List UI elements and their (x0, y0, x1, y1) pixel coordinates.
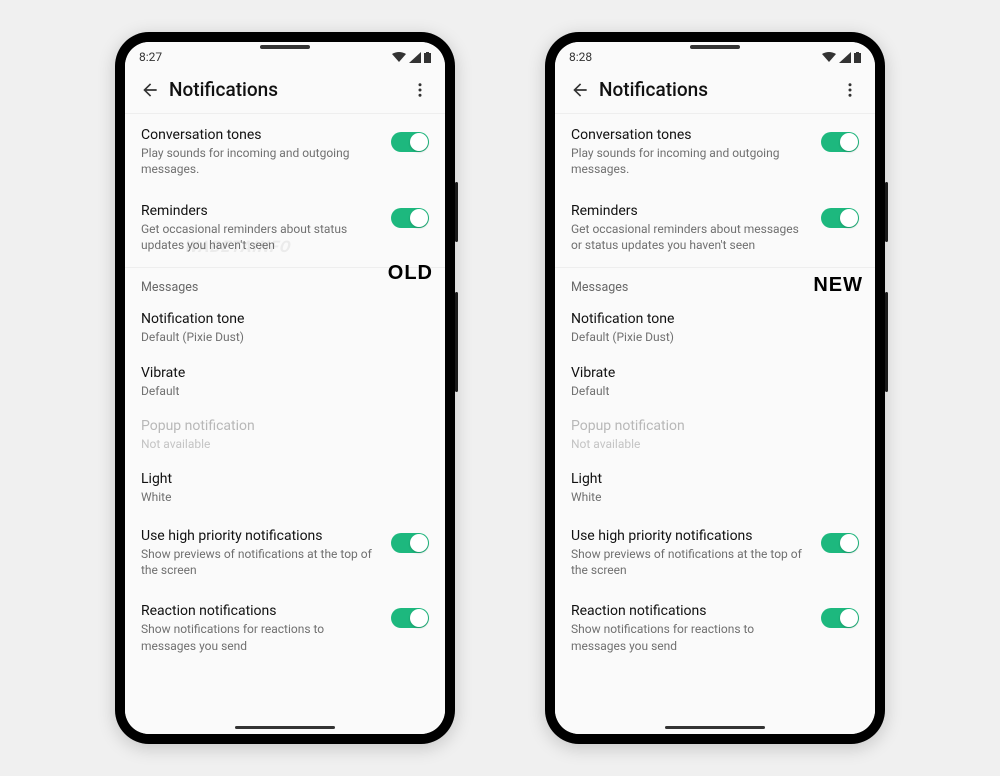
page-title: Notifications (599, 78, 831, 101)
conversation-tones-toggle[interactable] (391, 132, 429, 152)
high-priority-sub: Show previews of notifications at the to… (571, 546, 811, 578)
reminders-sub: Get occasional reminders about status up… (141, 221, 381, 253)
high-priority-row[interactable]: Use high priority notifications Show pre… (555, 515, 875, 591)
light-sub: White (141, 489, 419, 505)
more-vertical-icon (411, 81, 429, 99)
wifi-icon (392, 52, 406, 63)
signal-icon (409, 52, 421, 63)
notification-tone-sub: Default (Pixie Dust) (571, 329, 849, 345)
reaction-toggle[interactable] (821, 608, 859, 628)
back-button[interactable] (131, 80, 169, 100)
notification-tone-row[interactable]: Notification tone Default (Pixie Dust) (125, 301, 445, 354)
reaction-toggle[interactable] (391, 608, 429, 628)
light-row[interactable]: Light White (555, 461, 875, 514)
home-indicator[interactable] (665, 726, 765, 729)
reaction-notifications-row[interactable]: Reaction notifications Show notification… (555, 590, 875, 666)
settings-list[interactable]: Conversation tones Play sounds for incom… (555, 114, 875, 734)
battery-icon (424, 52, 431, 63)
reaction-sub: Show notifications for reactions to mess… (141, 621, 381, 653)
light-title: Light (571, 470, 849, 488)
screen-old: 8:27 Notifications Conversation tones Pl… (125, 42, 445, 734)
old-badge: OLD (388, 262, 433, 285)
screen-new: 8:28 Notifications Conversation tones Pl… (555, 42, 875, 734)
popup-notification-row: Popup notification Not available (555, 408, 875, 461)
settings-list[interactable]: Conversation tones Play sounds for incom… (125, 114, 445, 734)
phone-speaker (690, 45, 740, 49)
status-icons (392, 52, 431, 63)
appbar: Notifications (555, 68, 875, 114)
high-priority-toggle[interactable] (821, 533, 859, 553)
notification-tone-title: Notification tone (141, 310, 419, 328)
conversation-tones-row[interactable]: Conversation tones Play sounds for incom… (555, 114, 875, 190)
light-sub: White (571, 489, 849, 505)
notification-tone-title: Notification tone (571, 310, 849, 328)
notification-tone-sub: Default (Pixie Dust) (141, 329, 419, 345)
reaction-title: Reaction notifications (141, 602, 381, 620)
status-time: 8:27 (139, 50, 162, 64)
high-priority-row[interactable]: Use high priority notifications Show pre… (125, 515, 445, 591)
reminders-toggle[interactable] (391, 208, 429, 228)
high-priority-title: Use high priority notifications (571, 527, 811, 545)
reminders-sub: Get occasional reminders about messages … (571, 221, 811, 253)
vibrate-row[interactable]: Vibrate Default (555, 355, 875, 408)
reminders-row[interactable]: Reminders Get occasional reminders about… (125, 190, 445, 266)
conversation-tones-toggle[interactable] (821, 132, 859, 152)
reminders-toggle[interactable] (821, 208, 859, 228)
reminders-title: Reminders (141, 202, 381, 220)
page-title: Notifications (169, 78, 401, 101)
reaction-title: Reaction notifications (571, 602, 811, 620)
arrow-left-icon (140, 80, 160, 100)
popup-sub: Not available (571, 436, 849, 452)
reaction-sub: Show notifications for reactions to mess… (571, 621, 811, 653)
home-indicator[interactable] (235, 726, 335, 729)
signal-icon (839, 52, 851, 63)
popup-sub: Not available (141, 436, 419, 452)
wifi-icon (822, 52, 836, 63)
conversation-tones-title: Conversation tones (141, 126, 381, 144)
high-priority-sub: Show previews of notifications at the to… (141, 546, 381, 578)
battery-icon (854, 52, 861, 63)
phone-speaker (260, 45, 310, 49)
light-title: Light (141, 470, 419, 488)
popup-notification-row: Popup notification Not available (125, 408, 445, 461)
notification-tone-row[interactable]: Notification tone Default (Pixie Dust) (555, 301, 875, 354)
status-time: 8:28 (569, 50, 592, 64)
vibrate-title: Vibrate (141, 364, 419, 382)
new-badge: NEW (813, 274, 863, 297)
popup-title: Popup notification (571, 417, 849, 435)
more-vertical-icon (841, 81, 859, 99)
more-options-button[interactable] (831, 81, 869, 99)
back-button[interactable] (561, 80, 599, 100)
phone-old: 8:27 Notifications Conversation tones Pl… (115, 32, 455, 744)
conversation-tones-row[interactable]: Conversation tones Play sounds for incom… (125, 114, 445, 190)
vibrate-title: Vibrate (571, 364, 849, 382)
divider (555, 267, 875, 268)
high-priority-toggle[interactable] (391, 533, 429, 553)
vibrate-sub: Default (141, 383, 419, 399)
popup-title: Popup notification (141, 417, 419, 435)
appbar: Notifications (125, 68, 445, 114)
conversation-tones-sub: Play sounds for incoming and outgoing me… (571, 145, 811, 177)
high-priority-title: Use high priority notifications (141, 527, 381, 545)
status-icons (822, 52, 861, 63)
reminders-title: Reminders (571, 202, 811, 220)
light-row[interactable]: Light White (125, 461, 445, 514)
vibrate-sub: Default (571, 383, 849, 399)
conversation-tones-title: Conversation tones (571, 126, 811, 144)
conversation-tones-sub: Play sounds for incoming and outgoing me… (141, 145, 381, 177)
more-options-button[interactable] (401, 81, 439, 99)
vibrate-row[interactable]: Vibrate Default (125, 355, 445, 408)
reaction-notifications-row[interactable]: Reaction notifications Show notification… (125, 590, 445, 666)
phone-new: 8:28 Notifications Conversation tones Pl… (545, 32, 885, 744)
reminders-row[interactable]: Reminders Get occasional reminders about… (555, 190, 875, 266)
arrow-left-icon (570, 80, 590, 100)
